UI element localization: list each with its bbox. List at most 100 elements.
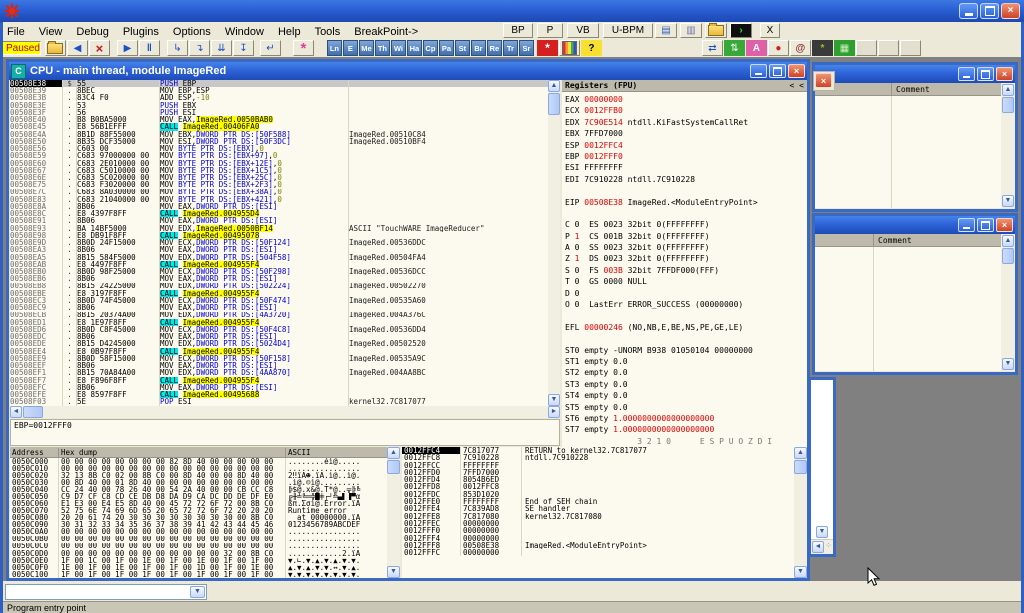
- menu-item-breakpoint[interactable]: BreakPoint->: [347, 24, 425, 38]
- register-line[interactable]: P 1 CS 001B 32bit 0(FFFFFFFF): [562, 231, 807, 242]
- dump-row[interactable]: 0050C0E01F 00 1C 00 1F 00 1E 00 1F 00 1E…: [10, 557, 400, 564]
- disasm-row[interactable]: 00508ED6.8B0D C8F45000MOV ECX,DWORD PTR …: [10, 326, 548, 333]
- register-line[interactable]: EDI 7C910228 ntdll.7C910228: [562, 174, 807, 185]
- stack-pane[interactable]: 0012FFC47C817077RETURN to kernel32.7C817…: [402, 447, 807, 578]
- scroll-up-button[interactable]: ▲: [1002, 235, 1014, 247]
- dump-row[interactable]: 0050C03000 8D 40 00 01 8D 40 00 00 00 00…: [10, 479, 400, 486]
- scroll-left-button[interactable]: ◄: [812, 541, 824, 553]
- trace-into-icon[interactable]: ⇊: [211, 40, 232, 56]
- memory-map-icon[interactable]: ▦: [834, 40, 855, 56]
- disasm-row[interactable]: 00508EAB.E8 4497F8FFCALL ImageRed.004955…: [10, 261, 548, 268]
- close-button[interactable]: ×: [996, 218, 1013, 232]
- scroll-right-button[interactable]: ►: [548, 406, 560, 418]
- pane-button-re[interactable]: Re: [487, 40, 502, 56]
- pane-button-br[interactable]: Br: [471, 40, 486, 56]
- disasm-row[interactable]: 00508E39.8BECMOV EBP,ESP: [10, 87, 548, 94]
- disasm-row[interactable]: 00508E60.C683 2E010000 00MOV BYTE PTR DS…: [10, 160, 548, 167]
- disasm-hscrollbar[interactable]: [10, 406, 560, 418]
- open-file-icon[interactable]: [45, 40, 66, 56]
- register-line[interactable]: ST1 empty 0.0: [562, 356, 807, 367]
- dump-pane[interactable]: Address Hex dump ASCII 0050C00000 00 00 …: [10, 447, 400, 578]
- cpu-window[interactable]: C CPU - main thread, module ImageRed × 0…: [6, 59, 810, 581]
- scrollbar-thumb[interactable]: [1002, 97, 1014, 113]
- disasm-row[interactable]: 00508ED1.E8 1E97F8FFCALL ImageRed.004955…: [10, 319, 548, 326]
- command-combobox[interactable]: ▼: [5, 584, 207, 600]
- disasm-row[interactable]: 00508E98.E8 DB91F8FFCALL ImageRed.004950…: [10, 232, 548, 239]
- register-line[interactable]: EIP 00508E38 ImageRed.<ModuleEntryPoint>: [562, 197, 807, 208]
- scroll-down-button[interactable]: ▼: [387, 566, 400, 578]
- stack-row[interactable]: 0012FFEC00000000: [402, 520, 807, 527]
- menu-button-p[interactable]: P: [537, 23, 563, 38]
- run-icon[interactable]: ▶: [117, 40, 138, 56]
- pane-button-ha[interactable]: Ha: [407, 40, 422, 56]
- register-line[interactable]: ST2 empty 0.0: [562, 367, 807, 378]
- dump-row[interactable]: 0050C07052 75 6E 74 69 6D 65 20 65 72 72…: [10, 507, 400, 514]
- register-line[interactable]: T 0 GS 0000 NULL: [562, 276, 807, 287]
- register-line[interactable]: Z 1 DS 0023 32bit 0(FFFFFFFF): [562, 253, 807, 264]
- dump-row[interactable]: 0050C09030 31 32 33 34 35 36 37 38 39 41…: [10, 521, 400, 528]
- disasm-row[interactable]: 00508E75.C683 F3020000 00MOV BYTE PTR DS…: [10, 181, 548, 188]
- dump-row[interactable]: 0050C1001F 00 1F 00 1F 00 1F 00 1F 00 1F…: [10, 571, 400, 578]
- register-line[interactable]: ECX 0012FFB0: [562, 105, 807, 116]
- disasm-row[interactable]: 00508E40.B8 B0BA5000MOV EAX,ImageRed.005…: [10, 116, 548, 123]
- disasm-row[interactable]: 00508E38$55PUSH EBP: [10, 80, 548, 87]
- dump-row[interactable]: 0050C00000 00 00 00 00 00 00 00 82 8D 40…: [10, 458, 400, 465]
- disasm-row[interactable]: 00508E3E.53PUSH EBX: [10, 102, 548, 109]
- close-program-icon[interactable]: ×: [89, 40, 110, 56]
- disasm-row[interactable]: 00508EB6.8B06MOV EAX,DWORD PTR DS:[ESI]: [10, 275, 548, 282]
- combobox-dropdown-button[interactable]: ▼: [190, 586, 205, 598]
- menu-button-u-bpm[interactable]: U-BPM: [603, 23, 653, 38]
- dump-row[interactable]: 0050C0C000 00 00 00 00 00 00 00 00 00 00…: [10, 543, 400, 550]
- side-window-bottom-sliver[interactable]: ▼ ◄ ⁘: [808, 377, 836, 557]
- register-line[interactable]: ST4 empty 0.0: [562, 390, 807, 401]
- execute-till-return-icon[interactable]: ↵: [260, 40, 281, 56]
- pause-icon[interactable]: ‖: [139, 40, 160, 56]
- register-line[interactable]: EBP 0012FFF0: [562, 151, 807, 162]
- disasm-row[interactable]: 00508EF7.E8 F896F8FFCALL ImageRed.004955…: [10, 377, 548, 384]
- disasm-row[interactable]: 00508EB8.8B15 24225000MOV EDX,DWORD PTR …: [10, 283, 548, 290]
- close-button[interactable]: ×: [788, 64, 805, 78]
- menu-button-bp[interactable]: BP: [503, 23, 533, 38]
- side-window-middle[interactable]: × Comment ▲ ▼: [812, 213, 1018, 375]
- dump-row[interactable]: 0050C01000 00 00 00 00 00 00 00 00 00 00…: [10, 465, 400, 472]
- pane-button-cp[interactable]: Cp: [423, 40, 438, 56]
- copy-doc-button[interactable]: ▤: [655, 23, 677, 38]
- stack-row[interactable]: 0012FFD80012FFC8: [402, 483, 807, 490]
- options-gear-icon[interactable]: *: [537, 40, 558, 56]
- dump-row[interactable]: 0050C060E1 E3 00 E4 E5 8D 40 00 45 72 72…: [10, 500, 400, 507]
- register-line[interactable]: A 0 SS 0023 32bit 0(FFFFFFFF): [562, 242, 807, 253]
- register-line[interactable]: ESI FFFFFFFF: [562, 162, 807, 173]
- disasm-row[interactable]: 00508ECB.8B15 20374A00MOV EDX,DWORD PTR …: [10, 312, 548, 319]
- scrollbar-thumb[interactable]: [1002, 248, 1014, 264]
- go-back-icon[interactable]: ◀: [67, 40, 88, 56]
- registers-pane[interactable]: Registers (FPU) < < EAX 00000000ECX 0012…: [562, 80, 807, 447]
- disasm-row[interactable]: 00508E8C.E8 4397F8FFCALL ImageRed.004955…: [10, 210, 548, 217]
- updown-transfer-icon[interactable]: ⇅: [724, 40, 745, 56]
- register-line[interactable]: [562, 185, 807, 196]
- spiral-icon[interactable]: @: [790, 40, 811, 56]
- stack-row[interactable]: 0012FFFC00000000: [402, 549, 807, 556]
- disasm-row[interactable]: 00508E4A.8B1D 88F55000MOV EBX,DWORD PTR …: [10, 131, 548, 138]
- disassembly-pane[interactable]: 00508E38$55PUSH EBP00508E39.8BECMOV EBP,…: [10, 80, 548, 406]
- scroll-down-button[interactable]: ▼: [816, 526, 828, 538]
- disasm-row[interactable]: 00508E45.E8 56B1EFFFCALL ImageRed.00406F…: [10, 123, 548, 130]
- disasm-row[interactable]: 00508E3F.56PUSH ESI: [10, 109, 548, 116]
- scroll-up-button[interactable]: ▲: [794, 447, 807, 459]
- disasm-row[interactable]: 00508E6E.C683 5C020000 00MOV BYTE PTR DS…: [10, 174, 548, 181]
- register-line[interactable]: [562, 208, 807, 219]
- register-line[interactable]: [562, 310, 807, 321]
- disasm-row[interactable]: 00508EBE.E8 3197F8FFCALL ImageRed.004955…: [10, 290, 548, 297]
- scroll-down-button[interactable]: ▼: [548, 394, 560, 406]
- menu-item-options[interactable]: Options: [166, 24, 218, 38]
- minimize-button[interactable]: [750, 64, 767, 78]
- breakpoint-dot-icon[interactable]: ●: [768, 40, 789, 56]
- disasm-scrollbar[interactable]: [548, 80, 560, 406]
- close-button[interactable]: ×: [815, 73, 832, 88]
- scroll-down-button[interactable]: ▼: [1002, 195, 1014, 207]
- maximize-button[interactable]: [977, 67, 994, 81]
- register-line[interactable]: EFL 00000246 (NO,NB,E,BE,NS,PE,GE,LE): [562, 322, 807, 333]
- register-line[interactable]: D 0: [562, 288, 807, 299]
- patch-icon[interactable]: *: [812, 40, 833, 56]
- register-line[interactable]: ST6 empty 1.0000000000000000000: [562, 413, 807, 424]
- side-window-top-titlebar[interactable]: ×: [815, 65, 1015, 83]
